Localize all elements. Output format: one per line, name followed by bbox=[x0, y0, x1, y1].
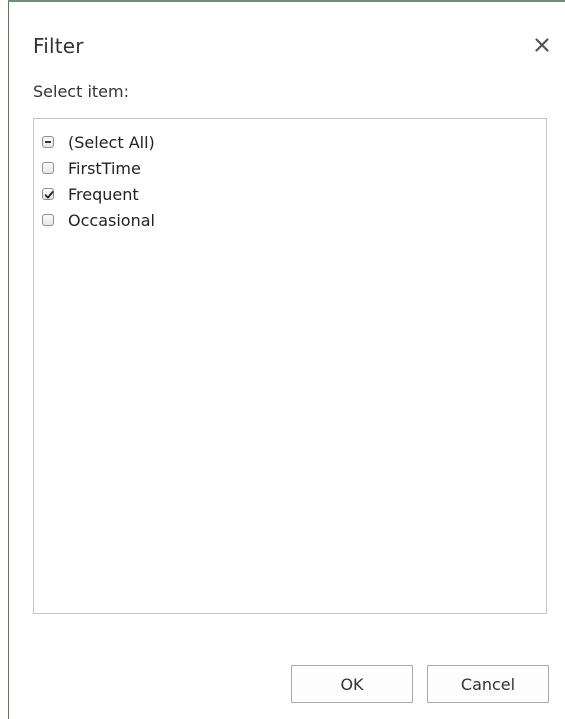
list-item-label: Frequent bbox=[68, 184, 139, 204]
list-item-label: (Select All) bbox=[68, 132, 155, 152]
select-all-checkbox[interactable] bbox=[42, 136, 54, 148]
ok-button[interactable]: OK bbox=[291, 665, 413, 703]
filter-item-list[interactable]: (Select All) FirstTime Frequent Occasion… bbox=[33, 118, 547, 614]
list-item-label: Occasional bbox=[68, 210, 155, 230]
occasional-checkbox[interactable] bbox=[42, 214, 54, 226]
close-button[interactable] bbox=[529, 32, 555, 58]
cancel-button[interactable]: Cancel bbox=[427, 665, 549, 703]
close-icon bbox=[535, 38, 549, 52]
checkmark-icon bbox=[44, 191, 54, 199]
list-item-firsttime[interactable]: FirstTime bbox=[42, 155, 155, 181]
filter-dialog: Filter Select item: (Select All) FirstTi… bbox=[9, 2, 565, 719]
firsttime-checkbox[interactable] bbox=[42, 162, 54, 174]
frequent-checkbox[interactable] bbox=[42, 188, 54, 200]
list-item-occasional[interactable]: Occasional bbox=[42, 207, 155, 233]
dialog-title: Filter bbox=[33, 34, 84, 58]
list-item-frequent[interactable]: Frequent bbox=[42, 181, 155, 207]
list-item-label: FirstTime bbox=[68, 158, 141, 178]
select-item-label: Select item: bbox=[33, 82, 129, 101]
filter-items: (Select All) FirstTime Frequent Occasion… bbox=[42, 129, 155, 233]
list-item-select-all[interactable]: (Select All) bbox=[42, 129, 155, 155]
page: Filter Select item: (Select All) FirstTi… bbox=[0, 0, 565, 719]
